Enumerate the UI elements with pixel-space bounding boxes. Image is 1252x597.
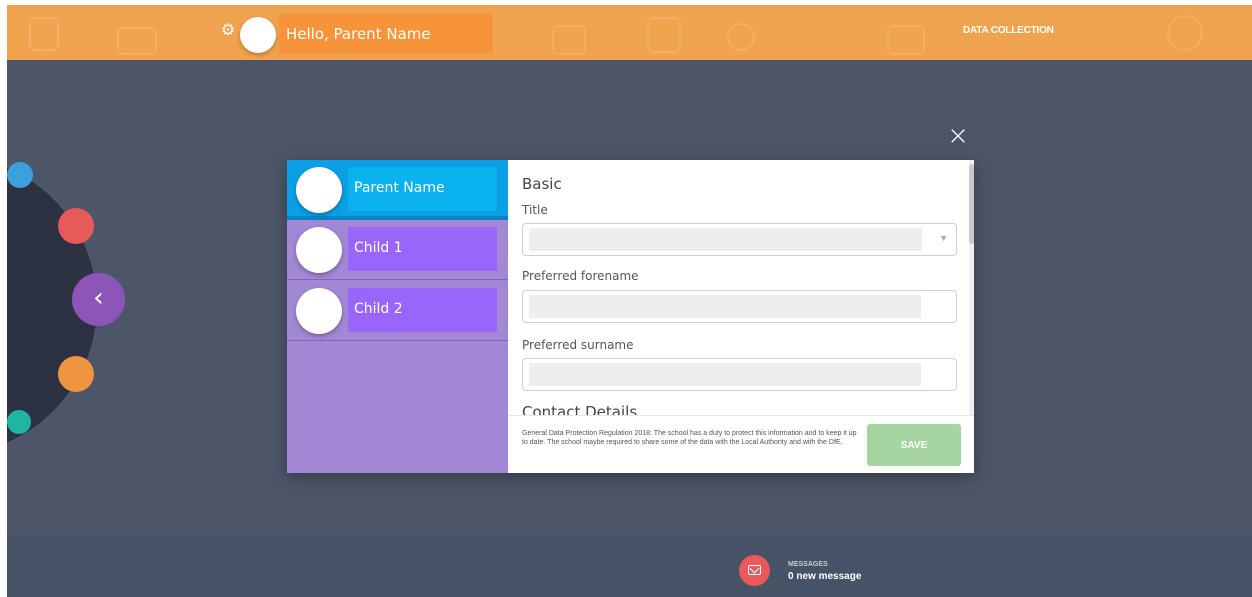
- side-menu-dot-blue[interactable]: [7, 162, 33, 188]
- decorative-doodle: [29, 17, 59, 51]
- data-collection-modal: Parent Name Child 1 Child 2 Basic Title …: [287, 160, 974, 473]
- decorative-doodle: [1167, 15, 1203, 51]
- surname-label: Preferred surname: [522, 338, 634, 352]
- person-item-child-1[interactable]: Child 1: [287, 220, 508, 280]
- forename-label: Preferred forename: [522, 269, 639, 283]
- surname-field[interactable]: [522, 358, 957, 391]
- bottom-bar: MESSAGES 0 new message: [7, 536, 1252, 597]
- avatar: [296, 288, 342, 334]
- decorative-doodle: [887, 25, 925, 55]
- side-menu-dot-red[interactable]: [58, 208, 94, 244]
- save-button[interactable]: SAVE: [867, 424, 961, 466]
- details-form: Basic Title ▼ Preferred forename Preferr…: [508, 160, 974, 415]
- decorative-doodle: [647, 17, 681, 53]
- top-bar: ⚙ Hello, Parent Name DATA COLLECTION: [7, 5, 1252, 60]
- person-name: Parent Name: [348, 167, 497, 211]
- title-select[interactable]: ▼: [522, 223, 957, 256]
- data-collection-link[interactable]: DATA COLLECTION: [963, 25, 1054, 36]
- form-scrollbar[interactable]: [969, 160, 974, 415]
- decorative-doodle: [727, 23, 755, 51]
- section-heading-basic: Basic: [522, 175, 562, 193]
- messages-count[interactable]: 0 new message: [788, 571, 861, 582]
- person-item-parent[interactable]: Parent Name: [287, 160, 508, 220]
- modal-footer: General Data Protection Regulation 2018:…: [508, 415, 974, 473]
- person-name: Child 1: [348, 227, 497, 271]
- app-window: ⚙ Hello, Parent Name DATA COLLECTION ‹ ×…: [7, 5, 1252, 597]
- gdpr-notice: General Data Protection Regulation 2018:…: [522, 430, 857, 446]
- greeting-label[interactable]: Hello, Parent Name: [279, 14, 493, 54]
- section-heading-contact: Contact Details: [522, 403, 638, 415]
- forename-field[interactable]: [522, 290, 957, 323]
- scrollbar-thumb[interactable]: [969, 164, 974, 244]
- decorative-doodle: [117, 27, 157, 55]
- close-icon[interactable]: ×: [945, 123, 971, 149]
- person-name: Child 2: [348, 288, 497, 332]
- side-menu-dot-teal[interactable]: [7, 410, 31, 434]
- avatar[interactable]: [240, 17, 276, 53]
- person-list: Parent Name Child 1 Child 2: [287, 160, 508, 473]
- gear-icon[interactable]: ⚙: [219, 22, 237, 40]
- envelope-icon: [748, 565, 761, 575]
- person-item-child-2[interactable]: Child 2: [287, 281, 508, 341]
- forename-value: [529, 295, 921, 318]
- decorative-doodle: [552, 25, 586, 55]
- title-label: Title: [522, 203, 548, 217]
- back-button[interactable]: ‹: [72, 273, 125, 326]
- chevron-down-icon: ▼: [939, 233, 948, 243]
- avatar: [296, 167, 342, 213]
- avatar: [296, 227, 342, 273]
- surname-value: [529, 363, 921, 386]
- chevron-left-icon: ‹: [93, 283, 104, 313]
- messages-button[interactable]: [739, 555, 770, 586]
- messages-title: MESSAGES: [788, 561, 828, 568]
- side-menu-dot-orange[interactable]: [58, 356, 94, 392]
- title-value: [529, 228, 922, 251]
